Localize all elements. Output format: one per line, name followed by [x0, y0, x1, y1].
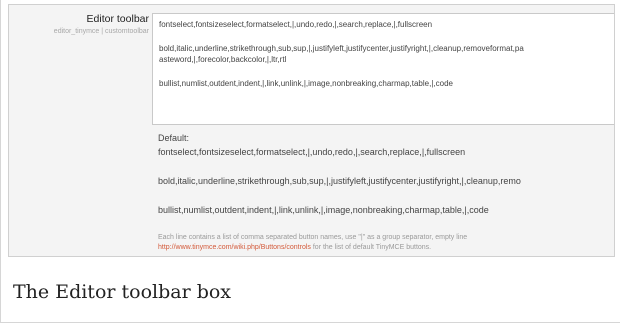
- textarea-line: bold,italic,underline,strikethrough,sub,…: [159, 44, 524, 53]
- help-description: Each line contains a list of comma separ…: [158, 234, 468, 241]
- setting-identifier: editor_tinymce | customtoolbar: [53, 28, 149, 35]
- help-link-line: http://www.tinymce.com/wiki.php/Buttons/…: [158, 243, 614, 253]
- toolbar-config-textarea[interactable]: fontselect,fontsizeselect,formatselect,|…: [152, 13, 614, 125]
- setting-title: Editor toolbar: [86, 13, 149, 25]
- default-value-block: Default: fontselect,fontsizeselect,forma…: [158, 132, 614, 216]
- default-heading: Default:: [158, 133, 190, 143]
- default-line: bullist,numlist,outdent,indent,|,link,un…: [158, 205, 489, 215]
- image-figure: Editor toolbar editor_tinymce | customto…: [0, 0, 620, 323]
- default-line: bold,italic,underline,strikethrough,sub,…: [158, 176, 521, 186]
- textarea-line: fontselect,fontsizeselect,formatselect,|…: [159, 20, 433, 29]
- setting-label-block: Editor toolbar editor_tinymce | customto…: [9, 13, 149, 37]
- textarea-line: bullist,numlist,outdent,indent,|,link,un…: [159, 79, 453, 88]
- textarea-line: asteword,|,forecolor,backcolor,|,ltr,rtl: [159, 55, 287, 64]
- help-link-suffix: for the list of default TinyMCE buttons.: [310, 244, 432, 251]
- default-line: fontselect,fontsizeselect,formatselect,|…: [158, 147, 466, 157]
- screenshot-thumbnail: Editor toolbar editor_tinymce | customto…: [8, 4, 615, 257]
- help-text-block: Each line contains a list of comma separ…: [158, 233, 614, 253]
- buttons-controls-link[interactable]: http://www.tinymce.com/wiki.php/Buttons/…: [158, 244, 311, 251]
- figure-caption: The Editor toolbar box: [13, 281, 232, 303]
